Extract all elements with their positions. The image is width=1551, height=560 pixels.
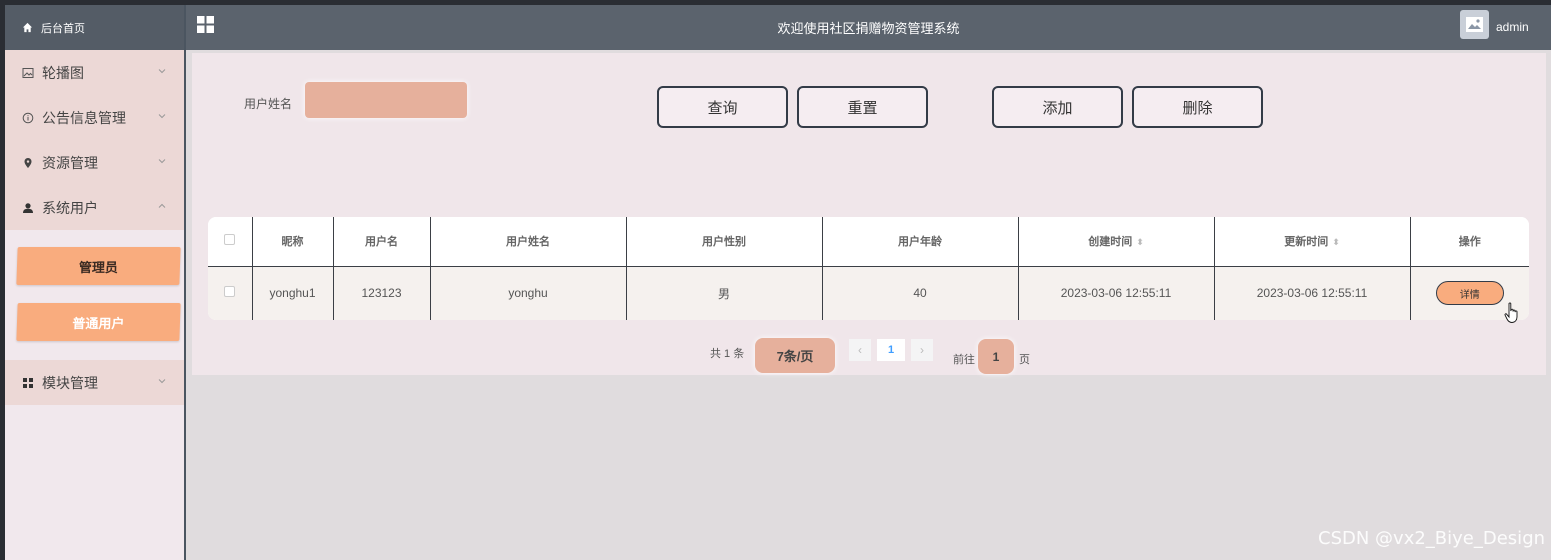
page-unit-label: 页 [1019, 354, 1030, 366]
sidebar-item-label: 公告信息管理 [42, 109, 126, 126]
column-header: 昵称 [252, 217, 334, 267]
submenu-item-label: 管理员 [78, 259, 119, 275]
search-label: 用户姓名 [244, 97, 293, 111]
top-bar: 欢迎使用社区捐赠物资管理系统 admin [186, 5, 1551, 50]
column-header-label: 创建时间 [1088, 236, 1133, 249]
users-table: 昵称 用户名 用户姓名 用户性别 用户年龄 创建时间 ⬍ 更新时间 ⬍ 操作 yon… [208, 217, 1529, 320]
table-row: yonghu1 123123 yonghu 男 40 2023-03-06 12… [208, 266, 1529, 320]
goto-label: 前往 [953, 354, 975, 366]
submenu-item-label: 普通用户 [72, 315, 125, 331]
info-icon [22, 112, 34, 124]
row-select-cell [208, 266, 253, 320]
goto-page-input[interactable]: 1 [978, 339, 1014, 374]
cell-username: 123123 [333, 266, 431, 320]
watermark: CSDN @vx2_Biye_Design [1318, 528, 1546, 549]
chevron-up-icon [158, 203, 166, 208]
row-checkbox[interactable] [224, 286, 236, 298]
user-icon [22, 202, 34, 214]
query-button[interactable]: 查询 [657, 86, 788, 128]
hand-cursor-icon [1504, 302, 1518, 323]
reset-button[interactable]: 重置 [797, 86, 928, 128]
sidebar-home-link[interactable]: 后台首页 [5, 5, 185, 50]
chevron-down-icon [158, 159, 166, 164]
column-header: 用户姓名 [430, 217, 627, 267]
page-number[interactable]: 1 [877, 339, 905, 361]
name-search-input[interactable] [305, 82, 467, 118]
page-size-select[interactable]: 7条/页 [755, 338, 835, 373]
sidebar-item-system-users[interactable]: 系统用户 [5, 185, 185, 230]
location-pin-icon [22, 157, 34, 169]
cell-gender: 男 [626, 266, 823, 320]
next-page-button[interactable]: › [911, 339, 933, 361]
column-header: 用户年龄 [822, 217, 1019, 267]
column-header-sortable[interactable]: 更新时间 ⬍ [1214, 217, 1411, 267]
cell-nickname: yonghu1 [252, 266, 334, 320]
app-frame: 后台首页 轮播图 公告信息管理 资源管理 系统用户 管理员 普通用户 模块管理 … [5, 5, 1551, 560]
sidebar: 后台首页 轮播图 公告信息管理 资源管理 系统用户 管理员 普通用户 模块管理 [5, 5, 185, 560]
chevron-left-icon: ‹ [858, 343, 862, 357]
select-all-cell [208, 217, 253, 267]
sidebar-divider [184, 5, 186, 560]
sidebar-item-resources[interactable]: 资源管理 [5, 140, 185, 185]
sidebar-item-label: 资源管理 [42, 154, 98, 171]
home-label: 后台首页 [41, 22, 85, 35]
prev-page-button[interactable]: ‹ [849, 339, 871, 361]
detail-button[interactable]: 详情 [1435, 281, 1504, 306]
picture-icon [22, 67, 34, 79]
pagination: 共 1 条 7条/页 ‹ 1 › 前往 1 页 [192, 335, 1546, 375]
submenu-item-admin[interactable]: 管理员 [16, 247, 181, 285]
username[interactable]: admin [1496, 20, 1529, 34]
column-header: 用户名 [333, 217, 431, 267]
column-header: 用户性别 [626, 217, 823, 267]
chevron-down-icon [158, 69, 166, 74]
page-title: 欢迎使用社区捐赠物资管理系统 [777, 21, 960, 36]
chevron-down-icon [158, 114, 166, 119]
cell-age: 40 [822, 266, 1019, 320]
system-users-submenu: 管理员 普通用户 [5, 230, 185, 360]
cell-updated: 2023-03-06 12:55:11 [1214, 266, 1411, 320]
add-button[interactable]: 添加 [992, 86, 1123, 128]
sort-icon[interactable]: ⬍ [1332, 237, 1340, 247]
column-header-label: 更新时间 [1284, 236, 1329, 249]
table-header-row: 昵称 用户名 用户姓名 用户性别 用户年龄 创建时间 ⬍ 更新时间 ⬍ 操作 [208, 217, 1529, 267]
delete-button[interactable]: 删除 [1132, 86, 1263, 128]
avatar[interactable] [1460, 10, 1489, 39]
chevron-down-icon [158, 379, 166, 384]
sort-icon[interactable]: ⬍ [1136, 237, 1144, 247]
grid-icon [22, 377, 34, 389]
sidebar-item-notice[interactable]: 公告信息管理 [5, 95, 185, 140]
column-header: 操作 [1410, 217, 1529, 267]
total-count: 共 1 条 [710, 348, 745, 360]
submenu-item-regular-user[interactable]: 普通用户 [16, 303, 181, 341]
select-all-checkbox[interactable] [224, 234, 236, 246]
sidebar-item-label: 系统用户 [42, 199, 98, 216]
cell-created: 2023-03-06 12:55:11 [1018, 266, 1215, 320]
image-icon [1466, 17, 1483, 32]
column-header-sortable[interactable]: 创建时间 ⬍ [1018, 217, 1215, 267]
sidebar-item-carousel[interactable]: 轮播图 [5, 50, 185, 95]
sidebar-item-label: 轮播图 [42, 64, 84, 81]
cell-name: yonghu [430, 266, 627, 320]
sidebar-item-label: 模块管理 [42, 374, 98, 391]
sidebar-item-modules[interactable]: 模块管理 [5, 360, 185, 405]
home-icon [22, 22, 33, 33]
chevron-right-icon: › [920, 343, 924, 357]
main-content: 用户姓名 查询 重置 添加 删除 昵称 用户名 用户姓名 用户性别 用户年龄 创… [192, 53, 1546, 375]
